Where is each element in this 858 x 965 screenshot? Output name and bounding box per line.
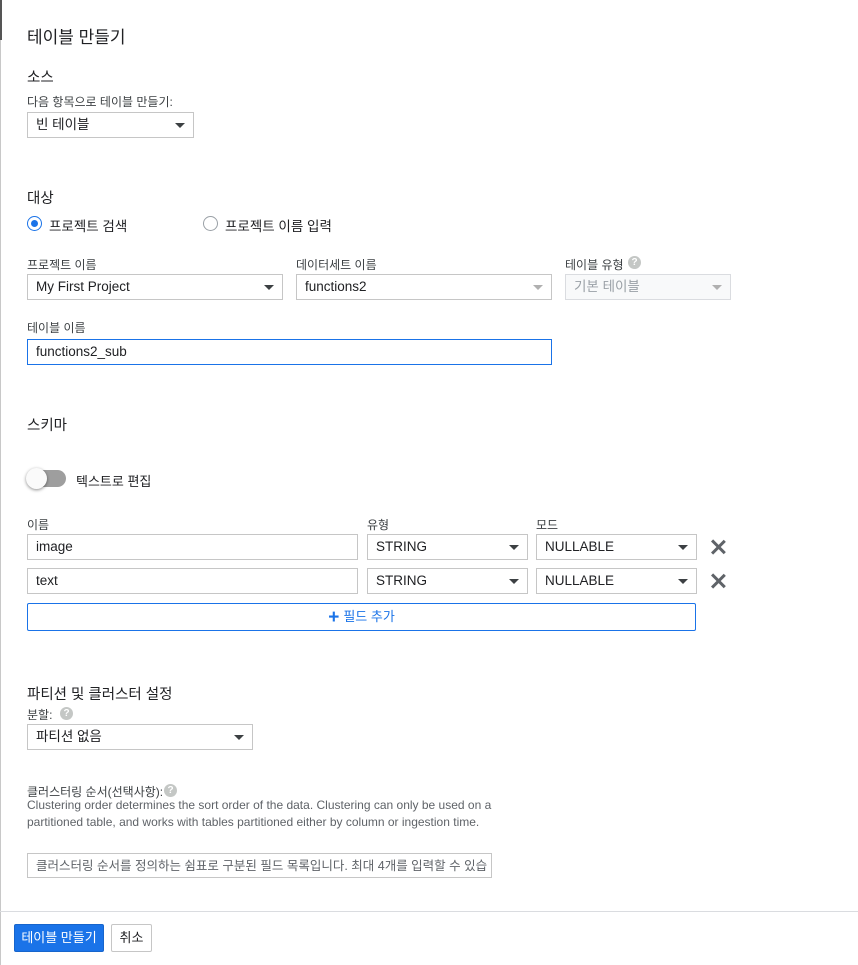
schema-heading: 스키마 <box>27 418 68 434</box>
field-mode-value: NULLABLE <box>545 573 615 588</box>
create-from-select[interactable]: 빈 테이블 <box>27 112 194 138</box>
chevron-down-icon <box>175 123 185 128</box>
dataset-name-label: 데이터세트 이름 <box>296 258 377 272</box>
page-title: 테이블 만들기 <box>27 28 126 47</box>
field-type-select[interactable]: STRING <box>367 534 528 560</box>
radio-search-project-label: 프로젝트 검색 <box>49 219 128 234</box>
project-name-label: 프로젝트 이름 <box>27 258 97 272</box>
remove-field-icon[interactable] <box>708 571 728 591</box>
edit-as-text-toggle-knob[interactable] <box>26 468 47 489</box>
chevron-down-icon <box>678 579 688 584</box>
dataset-value: functions2 <box>305 279 367 294</box>
project-select[interactable]: My First Project <box>27 274 283 300</box>
project-value: My First Project <box>36 279 130 294</box>
remove-field-icon[interactable] <box>708 537 728 557</box>
cancel-button[interactable]: 취소 <box>111 924 152 952</box>
source-heading: 소스 <box>27 70 54 86</box>
table-name-label: 테이블 이름 <box>27 321 86 335</box>
schema-col-mode: 모드 <box>536 518 559 532</box>
radio-enter-project[interactable] <box>203 216 218 231</box>
chevron-down-icon <box>509 579 519 584</box>
schema-col-name: 이름 <box>27 518 50 532</box>
field-name-input[interactable]: image <box>27 534 358 560</box>
plus-icon: + <box>328 607 340 628</box>
left-panel-edge <box>0 0 1 965</box>
create-from-value: 빈 테이블 <box>36 117 90 132</box>
chevron-down-icon <box>678 545 688 550</box>
partition-value: 파티션 없음 <box>36 729 102 744</box>
partition-heading: 파티션 및 클러스터 설정 <box>27 687 173 703</box>
chevron-down-icon <box>509 545 519 550</box>
partition-label: 분할: <box>27 708 53 722</box>
clustering-description: Clustering order determines the sort ord… <box>27 798 492 829</box>
add-field-button[interactable]: + 필드 추가 <box>27 603 696 631</box>
chevron-down-icon <box>533 285 543 290</box>
chevron-down-icon <box>264 285 274 290</box>
schema-col-type: 유형 <box>367 518 390 532</box>
field-mode-value: NULLABLE <box>545 539 615 554</box>
add-field-label: 필드 추가 <box>343 609 395 624</box>
left-panel-edge-mark <box>0 0 2 40</box>
help-icon[interactable]: ? <box>164 784 177 797</box>
table-type-select: 기본 테이블 <box>565 274 731 300</box>
chevron-down-icon <box>712 285 722 290</box>
chevron-down-icon <box>234 735 244 740</box>
table-name-input[interactable]: functions2_sub <box>27 339 552 365</box>
radio-search-project[interactable] <box>27 216 42 231</box>
field-type-select[interactable]: STRING <box>367 568 528 594</box>
field-name-input[interactable]: text <box>27 568 358 594</box>
edit-as-text-label: 텍스트로 편집 <box>76 474 152 489</box>
partition-select[interactable]: 파티션 없음 <box>27 724 253 750</box>
clustering-input[interactable]: 클러스터링 순서를 정의하는 쉼표로 구분된 필드 목록입니다. 최대 4개를 … <box>27 853 492 878</box>
help-icon[interactable]: ? <box>60 707 73 720</box>
create-from-label: 다음 항목으로 테이블 만들기: <box>27 95 173 109</box>
destination-heading: 대상 <box>27 191 54 207</box>
table-type-value: 기본 테이블 <box>574 279 640 294</box>
field-mode-select[interactable]: NULLABLE <box>536 534 697 560</box>
field-type-value: STRING <box>376 573 428 588</box>
footer-divider <box>0 911 858 912</box>
clustering-placeholder: 클러스터링 순서를 정의하는 쉼표로 구분된 필드 목록입니다. 최대 4개를 … <box>36 859 488 873</box>
field-mode-select[interactable]: NULLABLE <box>536 568 697 594</box>
create-table-button[interactable]: 테이블 만들기 <box>14 924 104 952</box>
dataset-select[interactable]: functions2 <box>296 274 552 300</box>
table-type-label: 테이블 유형 <box>565 258 624 272</box>
field-type-value: STRING <box>376 539 428 554</box>
help-icon[interactable]: ? <box>628 256 641 269</box>
radio-enter-project-label: 프로젝트 이름 입력 <box>225 219 332 234</box>
